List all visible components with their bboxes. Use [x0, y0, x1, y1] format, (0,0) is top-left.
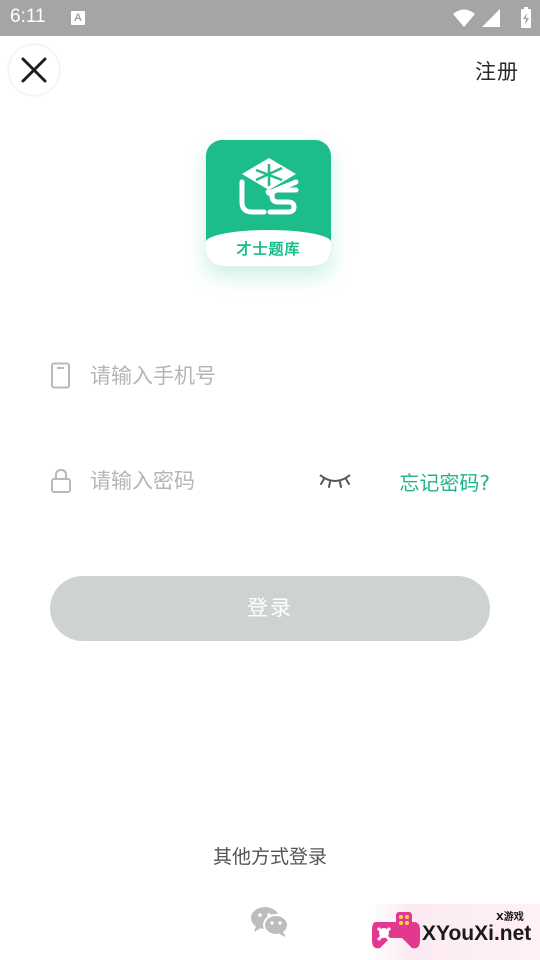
battery-icon: [521, 7, 531, 28]
eye-closed-icon[interactable]: [318, 471, 352, 489]
register-link[interactable]: 注册: [475, 56, 519, 86]
signal-icon: [482, 9, 500, 27]
password-field-row: 忘记密码?: [50, 455, 490, 507]
phone-input[interactable]: [90, 358, 340, 394]
notification-icon: A: [71, 11, 85, 25]
close-icon: [21, 57, 47, 83]
password-input[interactable]: [90, 463, 340, 499]
lock-icon: [51, 468, 71, 493]
forgot-password-link[interactable]: 忘记密码?: [399, 467, 490, 496]
wifi-icon: [453, 9, 475, 27]
gamepad-icon: [372, 912, 420, 949]
close-button[interactable]: [9, 45, 59, 95]
phone-field-row: [50, 350, 490, 402]
status-bar: 6:11 A: [0, 0, 540, 36]
phone-icon: [51, 362, 70, 389]
status-time: 6:11: [10, 6, 46, 27]
watermark: X游戏 XYouXi.net: [368, 904, 540, 960]
graduation-cap-icon: [239, 158, 299, 215]
login-button[interactable]: 登录: [50, 576, 490, 641]
other-login-label: 其他方式登录: [212, 846, 327, 868]
watermark-text: XYouXi.net: [422, 922, 532, 945]
wechat-icon[interactable]: [250, 906, 290, 938]
logo-text: 才士题库: [236, 240, 301, 258]
app-logo: 才士题库: [206, 140, 331, 266]
watermark-small-text: X游戏: [496, 912, 524, 923]
